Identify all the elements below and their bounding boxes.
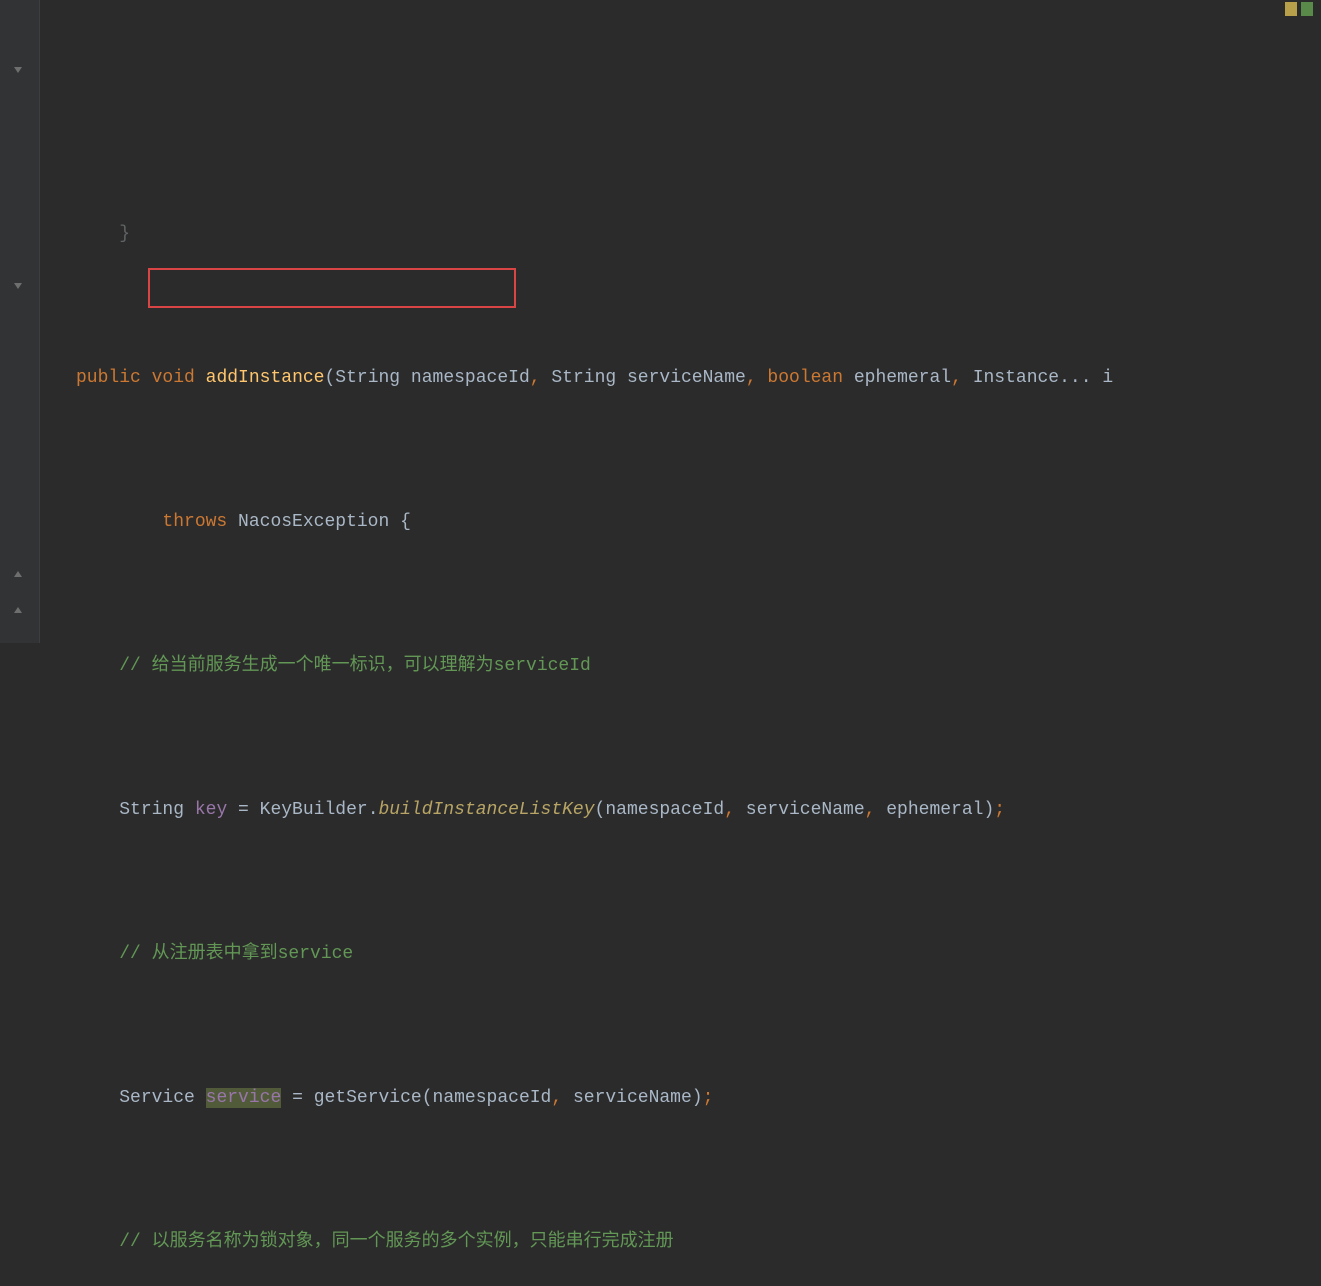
text: , bbox=[746, 368, 768, 388]
method-call: buildInstanceListKey bbox=[379, 800, 595, 820]
gutter bbox=[0, 0, 40, 643]
text: . bbox=[368, 800, 379, 820]
variable: service bbox=[206, 1088, 282, 1108]
comment: // 以服务名称为锁对象，同一个服务的多个实例，只能串行完成注册 bbox=[119, 1232, 673, 1252]
method-name: addInstance bbox=[206, 368, 325, 388]
text: ( bbox=[422, 1088, 433, 1108]
text: , bbox=[951, 368, 973, 388]
keyword: throws bbox=[162, 512, 227, 532]
text: , bbox=[551, 1088, 573, 1108]
arg: serviceName bbox=[573, 1088, 692, 1108]
text: ) bbox=[983, 800, 994, 820]
text: ; bbox=[703, 1088, 714, 1108]
text: , bbox=[530, 368, 552, 388]
type: Service bbox=[119, 1088, 195, 1108]
code-line: // 给当前服务生成一个唯一标识，可以理解为serviceId bbox=[40, 648, 1321, 684]
type: NacosException bbox=[238, 512, 389, 532]
code-line: // 以服务名称为锁对象，同一个服务的多个实例，只能串行完成注册 bbox=[40, 1224, 1321, 1260]
fold-marker-icon[interactable] bbox=[12, 602, 24, 614]
inspection-icons[interactable] bbox=[1285, 2, 1313, 16]
code-line: Service service = getService(namespaceId… bbox=[40, 1080, 1321, 1116]
type: String bbox=[119, 800, 184, 820]
type: String bbox=[551, 368, 616, 388]
code-line: public void addInstance(String namespace… bbox=[40, 360, 1321, 396]
fold-marker-icon[interactable] bbox=[12, 566, 24, 578]
code-line: // 从注册表中拿到service bbox=[40, 936, 1321, 972]
class: KeyBuilder bbox=[260, 800, 368, 820]
param: i bbox=[1102, 368, 1113, 388]
keyword: void bbox=[152, 368, 195, 388]
text: ... bbox=[1059, 368, 1091, 388]
type: Instance bbox=[973, 368, 1059, 388]
code-line: throws NacosException { bbox=[40, 504, 1321, 540]
code-editor[interactable]: } public void addInstance(String namespa… bbox=[0, 0, 1321, 643]
highlight-box bbox=[148, 268, 516, 308]
text: = bbox=[281, 1088, 313, 1108]
text: ( bbox=[324, 368, 335, 388]
arg: ephemeral bbox=[886, 800, 983, 820]
text: , bbox=[724, 800, 746, 820]
arg: serviceName bbox=[746, 800, 865, 820]
code-line: String key = KeyBuilder.buildInstanceLis… bbox=[40, 792, 1321, 828]
text: ) bbox=[692, 1088, 703, 1108]
keyword: public bbox=[76, 368, 141, 388]
text: } bbox=[119, 224, 130, 244]
warning-icon bbox=[1285, 2, 1297, 16]
text: , bbox=[865, 800, 887, 820]
param: namespaceId bbox=[411, 368, 530, 388]
text: ; bbox=[994, 800, 1005, 820]
text bbox=[76, 224, 119, 244]
method-call: getService bbox=[314, 1088, 422, 1108]
comment: // 从注册表中拿到service bbox=[119, 944, 353, 964]
keyword: boolean bbox=[767, 368, 843, 388]
variable: key bbox=[195, 800, 227, 820]
arg: namespaceId bbox=[605, 800, 724, 820]
fold-marker-icon[interactable] bbox=[12, 62, 24, 74]
error-icon bbox=[1301, 2, 1313, 16]
code-line: } bbox=[40, 216, 1321, 252]
brace: { bbox=[400, 512, 411, 532]
arg: namespaceId bbox=[433, 1088, 552, 1108]
text: ( bbox=[595, 800, 606, 820]
param: ephemeral bbox=[854, 368, 951, 388]
code-area[interactable]: } public void addInstance(String namespa… bbox=[40, 0, 1321, 643]
text: = bbox=[227, 800, 259, 820]
comment: // 给当前服务生成一个唯一标识，可以理解为serviceId bbox=[119, 656, 591, 676]
type: String bbox=[335, 368, 400, 388]
fold-marker-icon[interactable] bbox=[12, 278, 24, 290]
param: serviceName bbox=[627, 368, 746, 388]
